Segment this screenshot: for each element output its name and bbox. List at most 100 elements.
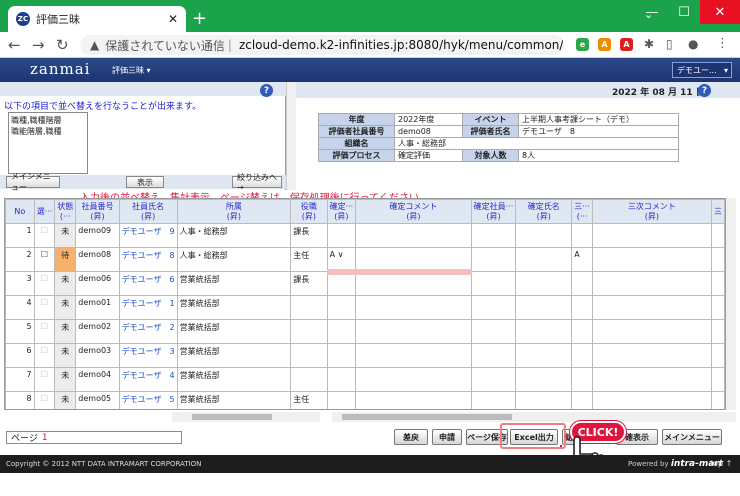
grid-left-scrollbar[interactable] <box>172 412 320 422</box>
column-header[interactable]: 三 <box>710 199 725 224</box>
app-menu[interactable]: 評価三昧 ▾ <box>112 65 151 76</box>
final-comment[interactable] <box>355 223 472 248</box>
browser-menu-icon[interactable]: ⋮ <box>716 36 729 51</box>
pdf-extension-icon[interactable]: A <box>620 38 633 51</box>
column-header[interactable]: 確定··· (昇) <box>326 199 357 224</box>
extensions-puzzle-icon[interactable]: ✱ <box>644 37 654 51</box>
employee-name[interactable]: デモユーザ 1 <box>118 295 178 320</box>
page-field[interactable]: ページ 1 <box>6 431 182 444</box>
select-checkbox[interactable]: ☐ <box>33 367 56 392</box>
close-window-button[interactable]: ✕ <box>700 0 740 24</box>
forward-icon[interactable]: → <box>32 36 45 54</box>
final-grade-select[interactable] <box>326 271 357 296</box>
select-checkbox[interactable]: ☐ <box>33 295 56 320</box>
top-link[interactable]: top ↑ <box>710 459 732 468</box>
grid-vertical-scrollbar[interactable] <box>726 198 736 410</box>
column-header[interactable]: 社員番号 (昇) <box>75 199 120 224</box>
table-row[interactable]: 8 ☐ 未 demo05 デモユーザ 5 営業統括部 主任 <box>5 391 725 409</box>
employee-name[interactable]: デモユーザ 2 <box>118 319 178 344</box>
browser-tab[interactable]: ZC 評価三昧 ✕ <box>8 6 186 32</box>
column-header[interactable]: 状態 (··· <box>54 199 77 224</box>
maximize-button[interactable]: ☐ <box>668 0 700 24</box>
table-row[interactable]: 5 ☐ 未 demo02 デモユーザ 2 営業統括部 <box>5 319 725 344</box>
favicon-icon: ZC <box>16 12 30 26</box>
display-button[interactable]: 表示 <box>126 176 164 188</box>
table-row[interactable]: 1 ☐ 未 demo09 デモユーザ 9 人事・総務部 課長 <box>5 223 725 248</box>
sort-list[interactable]: 職種,職種階層 職能階層,職種 <box>8 112 88 174</box>
final-comment[interactable] <box>355 295 472 320</box>
filter-button[interactable]: 絞り込みへ→ <box>232 173 282 192</box>
final-grade-select[interactable] <box>326 343 357 368</box>
column-header[interactable]: 確定氏名 (昇) <box>515 199 573 224</box>
table-row[interactable]: 7 ☐ 未 demo04 デモユーザ 4 営業統括部 <box>5 367 725 392</box>
column-header[interactable]: 選··· <box>33 199 56 224</box>
warning-icon[interactable]: ▲ <box>90 38 99 52</box>
final-comment[interactable] <box>355 271 472 296</box>
final-comment[interactable] <box>355 319 472 344</box>
select-checkbox[interactable]: ☐ <box>33 319 56 344</box>
main-menu-button[interactable]: メインメニュー <box>6 172 60 192</box>
column-header[interactable]: 確定社員··· (昇) <box>470 199 517 224</box>
grid-right-scrollbar[interactable] <box>332 412 736 422</box>
security-label[interactable]: 保護されていない通信 <box>105 37 225 54</box>
user-dropdown[interactable]: デモユー... ▾ <box>672 62 732 78</box>
select-checkbox[interactable]: ☐ <box>33 271 56 296</box>
sort-item[interactable]: 職種,職種階層 <box>11 115 85 126</box>
select-checkbox[interactable]: ☐ <box>33 391 56 409</box>
employee-name[interactable]: デモユーザ 9 <box>118 223 178 248</box>
tab-close-icon[interactable]: ✕ <box>168 12 178 26</box>
pane-scrollbar[interactable] <box>286 82 296 190</box>
column-header[interactable]: 社員氏名 (昇) <box>118 199 178 224</box>
table-row[interactable]: 4 ☐ 未 demo01 デモユーザ 1 営業統括部 <box>5 295 725 320</box>
final-comment[interactable] <box>355 367 472 392</box>
employee-name[interactable]: デモユーザ 8 <box>118 247 178 272</box>
column-header[interactable]: 三··· (··· <box>571 199 593 224</box>
help-icon[interactable]: ? <box>260 84 273 97</box>
final-comment[interactable] <box>355 343 472 368</box>
main-menu-footer-button[interactable]: メインメニュー <box>662 429 722 445</box>
select-checkbox[interactable]: ☐ <box>33 247 56 272</box>
help-icon[interactable]: ? <box>698 84 711 97</box>
column-header[interactable]: 三次コメント (昇) <box>591 199 712 224</box>
employee-name[interactable]: デモユーザ 6 <box>118 271 178 296</box>
address-bar[interactable]: ▲ 保護されていない通信 | zcloud-demo.k2-infinities… <box>80 35 564 55</box>
table-row[interactable]: 3 ☐ 未 demo06 デモユーザ 6 営業統括部 課長 <box>5 271 725 296</box>
employee-name[interactable]: デモユーザ 4 <box>118 367 178 392</box>
evernote-extension-icon[interactable]: e <box>576 38 589 51</box>
column-header[interactable]: 役職 (昇) <box>290 199 328 224</box>
select-checkbox[interactable]: ☐ <box>33 223 56 248</box>
apply-button[interactable]: 申請 <box>432 429 462 445</box>
scroll-thumb[interactable] <box>342 414 512 420</box>
scroll-thumb[interactable] <box>192 414 272 420</box>
final-grade-select[interactable] <box>326 367 357 392</box>
back-icon[interactable]: ← <box>8 36 21 54</box>
final-grade-select[interactable] <box>326 295 357 320</box>
employee-name[interactable]: デモユーザ 5 <box>118 391 178 409</box>
final-grade-select[interactable] <box>326 391 357 409</box>
final-evaluator-name <box>515 391 573 409</box>
side-panel-icon[interactable]: ▯ <box>666 37 673 51</box>
table-row[interactable]: 6 ☐ 未 demo03 デモユーザ 3 営業統括部 <box>5 343 725 368</box>
final-grade-select[interactable] <box>326 319 357 344</box>
return-button[interactable]: 差戻 <box>394 429 428 445</box>
sort-item[interactable]: 職能階層,職種 <box>11 126 85 137</box>
extension-a-icon[interactable]: A <box>598 38 611 51</box>
final-grade-select[interactable]: A ∨ <box>326 247 357 275</box>
minimize-button[interactable]: — <box>636 0 668 24</box>
tab-title: 評価三昧 <box>36 13 80 26</box>
final-comment[interactable] <box>355 247 472 275</box>
reload-icon[interactable]: ↻ <box>56 36 69 54</box>
final-comment[interactable] <box>355 391 472 409</box>
profile-icon[interactable]: ● <box>688 37 698 51</box>
table-row[interactable]: 2 ☐ 待 demo08 デモユーザ 8 人事・総務部 主任 A ∨ A <box>5 247 725 275</box>
column-header[interactable]: No <box>5 199 35 224</box>
new-tab-button[interactable]: + <box>192 8 207 29</box>
employee-name[interactable]: デモユーザ 3 <box>118 343 178 368</box>
column-header[interactable]: 確定コメント (昇) <box>355 199 472 224</box>
select-checkbox[interactable]: ☐ <box>33 343 56 368</box>
final-grade-select[interactable] <box>326 223 357 248</box>
column-header[interactable]: 所属 (昇) <box>176 199 292 224</box>
page-input[interactable]: 1 <box>42 433 48 443</box>
app-header: zanmai 評価三昧 ▾ デモユー... ▾ <box>0 58 740 82</box>
url-text[interactable]: zcloud-demo.k2-infinities.jp:8080/hyk/me… <box>239 38 564 52</box>
